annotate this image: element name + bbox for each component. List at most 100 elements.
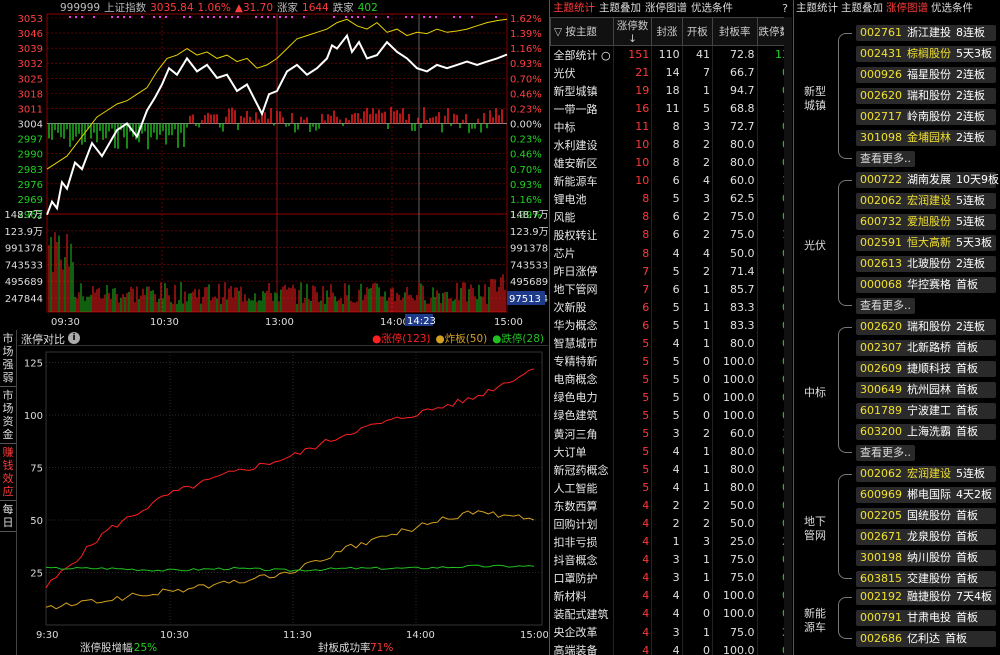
theme-row[interactable]: 风能86275.00 — [550, 207, 793, 226]
theme-row[interactable]: 绿色建筑550100.00 — [550, 406, 793, 425]
map-stock[interactable]: 002620 瑞和股份 2连板 — [856, 88, 996, 104]
legend-item-1[interactable]: ●炸板(50) — [436, 333, 488, 345]
map-stock[interactable]: 002062 宏润建设 5连板 — [856, 466, 996, 482]
theme-row[interactable]: 水利建设108280.00 — [550, 135, 793, 154]
theme-row[interactable]: 大订单54180.00 — [550, 442, 793, 461]
map-stock[interactable]: 002062 宏润建设 5连板 — [856, 193, 996, 209]
theme-row[interactable]: 次新股65183.30 — [550, 298, 793, 317]
map-stock[interactable]: 603200 上海洗霸 首板 — [856, 424, 996, 440]
theme-row[interactable]: 装配式建筑440100.00 — [550, 604, 793, 623]
map-stock[interactable]: 000791 甘肃电投 首板 — [856, 610, 996, 626]
zt-plot-frame — [45, 351, 543, 626]
stock-name: 瑞和股份 — [907, 89, 951, 102]
theme-row[interactable]: 光伏2114766.70 — [550, 63, 793, 82]
theme-cell: 50.0 — [712, 244, 758, 263]
theme-row[interactable]: 新型城镇1918194.70 — [550, 81, 793, 100]
theme-tab-1[interactable]: 主题叠加 — [599, 2, 641, 14]
map-stock[interactable]: 000926 福星股份 2连板 — [856, 67, 996, 83]
map-tab-3[interactable]: 优选条件 — [931, 2, 973, 14]
theme-row[interactable]: 抖音概念43175.00 — [550, 550, 793, 569]
theme-cell: 6 — [651, 171, 683, 190]
theme-col-3[interactable]: 开板 — [681, 17, 714, 46]
theme-row[interactable]: 高端装备440100.00 — [550, 641, 793, 655]
theme-row[interactable]: 锂电池85362.50 — [550, 189, 793, 208]
theme-col-1[interactable]: 涨停数↓ — [612, 17, 653, 46]
map-stock[interactable]: 601789 宁波建工 首板 — [856, 403, 996, 419]
map-tab-0[interactable]: 主题统计 — [796, 2, 838, 14]
theme-row[interactable]: 扣非亏损41325.02 — [550, 532, 793, 551]
map-stock[interactable]: 603815 交建股份 首板 — [856, 571, 996, 587]
map-stock[interactable]: 301098 金埔园林 2连板 — [856, 130, 996, 146]
map-stock[interactable]: 002205 国统股份 首板 — [856, 508, 996, 524]
theme-row[interactable]: 智慧城市54180.00 — [550, 334, 793, 353]
left-tab-1[interactable]: 市场资金 — [0, 387, 16, 444]
theme-row[interactable]: 东数西算42250.00 — [550, 496, 793, 515]
map-stock[interactable]: 300649 杭州园林 首板 — [856, 382, 996, 398]
map-tab-1[interactable]: 主题叠加 — [841, 2, 883, 14]
legend-item-2[interactable]: ●跌停(28) — [492, 333, 544, 345]
theme-tab-2[interactable]: 涨停图谱 — [645, 2, 687, 14]
left-tab-0[interactable]: 市场强弱 — [0, 330, 16, 387]
theme-tab-3[interactable]: 优选条件 — [691, 2, 733, 14]
theme-row[interactable]: 口罩防护43175.00 — [550, 568, 793, 587]
theme-col-2[interactable]: 封涨 — [651, 17, 683, 46]
theme-row[interactable]: 一带一路1611568.83 — [550, 99, 793, 118]
map-stock[interactable]: 002671 龙泉股份 首板 — [856, 529, 996, 545]
theme-row[interactable]: 央企改革43175.02 — [550, 623, 793, 642]
map-stock[interactable]: 300198 纳川股份 首板 — [856, 550, 996, 566]
theme-row[interactable]: 芯片84450.00 — [550, 244, 793, 263]
theme-row[interactable]: 华为概念65183.30 — [550, 316, 793, 335]
theme-row[interactable]: 专精特新550100.00 — [550, 352, 793, 371]
see-more-button[interactable]: 查看更多.. — [856, 445, 915, 461]
theme-row[interactable]: 地下管网76185.70 — [550, 280, 793, 299]
map-stock[interactable]: 000068 华控赛格 首板 — [856, 277, 996, 293]
theme-col-4[interactable]: 封板率 — [712, 17, 758, 46]
map-stock[interactable]: 002686 亿利达 首板 — [856, 631, 996, 647]
theme-col-0[interactable]: ▽ 按主题 — [550, 17, 614, 46]
theme-row[interactable]: 人工智能54180.00 — [550, 478, 793, 497]
map-stock[interactable]: 002761 浙江建投 8连板 — [856, 25, 996, 41]
price-tick: 3053 — [18, 14, 43, 25]
map-stock[interactable]: 002307 北新路桥 首板 — [856, 340, 996, 356]
legend-item-0[interactable]: ●涨停(123) — [372, 333, 430, 345]
info-icon[interactable]: i — [68, 332, 80, 344]
theme-row[interactable]: 雄安新区108280.00 — [550, 153, 793, 172]
see-more-button[interactable]: 查看更多.. — [856, 298, 915, 314]
map-stock[interactable]: 002717 岭南股份 2连板 — [856, 109, 996, 125]
map-stock[interactable]: 600969 郴电国际 4天2板 — [856, 487, 996, 503]
theme-row[interactable]: 黄河三角53260.01 — [550, 424, 793, 443]
map-stock[interactable]: 002591 恒大高新 5天3板 — [856, 235, 996, 251]
theme-tab-0[interactable]: 主题统计 — [553, 2, 595, 14]
stock-code: 301098 — [860, 131, 902, 144]
left-tab-3[interactable]: 每日 — [0, 501, 16, 532]
theme-row[interactable]: 电商概念550100.00 — [550, 370, 793, 389]
theme-row[interactable]: 新材料440100.00 — [550, 586, 793, 605]
map-stock[interactable]: 002431 棕榈股份 5天3板 — [856, 46, 996, 62]
signal-dot — [183, 16, 185, 18]
left-tab-2[interactable]: 赚钱效应 — [0, 444, 16, 501]
map-stock[interactable]: 600732 爱旭股份 5连板 — [856, 214, 996, 230]
theme-row[interactable]: 股权转让86275.01 — [550, 225, 793, 245]
theme-cell: 风能 — [550, 207, 614, 226]
theme-row[interactable]: 全部统计 ○ 151 110 41 72.8 13 — [550, 45, 793, 64]
map-stock[interactable]: 002613 北玻股份 2连板 — [856, 256, 996, 272]
theme-scrollbar[interactable] — [784, 17, 792, 655]
theme-row[interactable]: 绿色电力550100.00 — [550, 388, 793, 407]
map-stock[interactable]: 000722 湖南发展 10天9板 — [856, 172, 999, 188]
help-icon[interactable]: ? — [782, 2, 788, 15]
theme-row[interactable]: 昨日涨停75271.40 — [550, 262, 793, 281]
index-chart-panel[interactable]: 999999 上证指数 3035.84 1.06% ▲31.70 涨家 1644 跌家 402 … — [0, 0, 548, 328]
theme-row[interactable]: 新能源车106460.01 — [550, 171, 793, 190]
see-more-button[interactable]: 查看更多.. — [856, 151, 915, 167]
map-stock[interactable]: 002620 瑞和股份 2连板 — [856, 319, 996, 335]
theme-row[interactable]: 新冠药概念54180.00 — [550, 460, 793, 479]
zt-chart-title: 涨停对比 — [21, 333, 65, 346]
map-stock[interactable]: 002192 融捷股份 7天4板 — [856, 589, 996, 605]
theme-cell: 151 — [613, 45, 653, 64]
theme-row[interactable]: 回购计划42250.00 — [550, 514, 793, 533]
map-stock[interactable]: 002609 捷顺科技 首板 — [856, 361, 996, 377]
theme-row[interactable]: 中标118372.70 — [550, 117, 793, 136]
map-tab-2[interactable]: 涨停图谱 — [886, 2, 928, 14]
theme-cell: 4 — [651, 586, 683, 605]
footer-label-growth: 涨停股增幅 — [80, 641, 133, 654]
